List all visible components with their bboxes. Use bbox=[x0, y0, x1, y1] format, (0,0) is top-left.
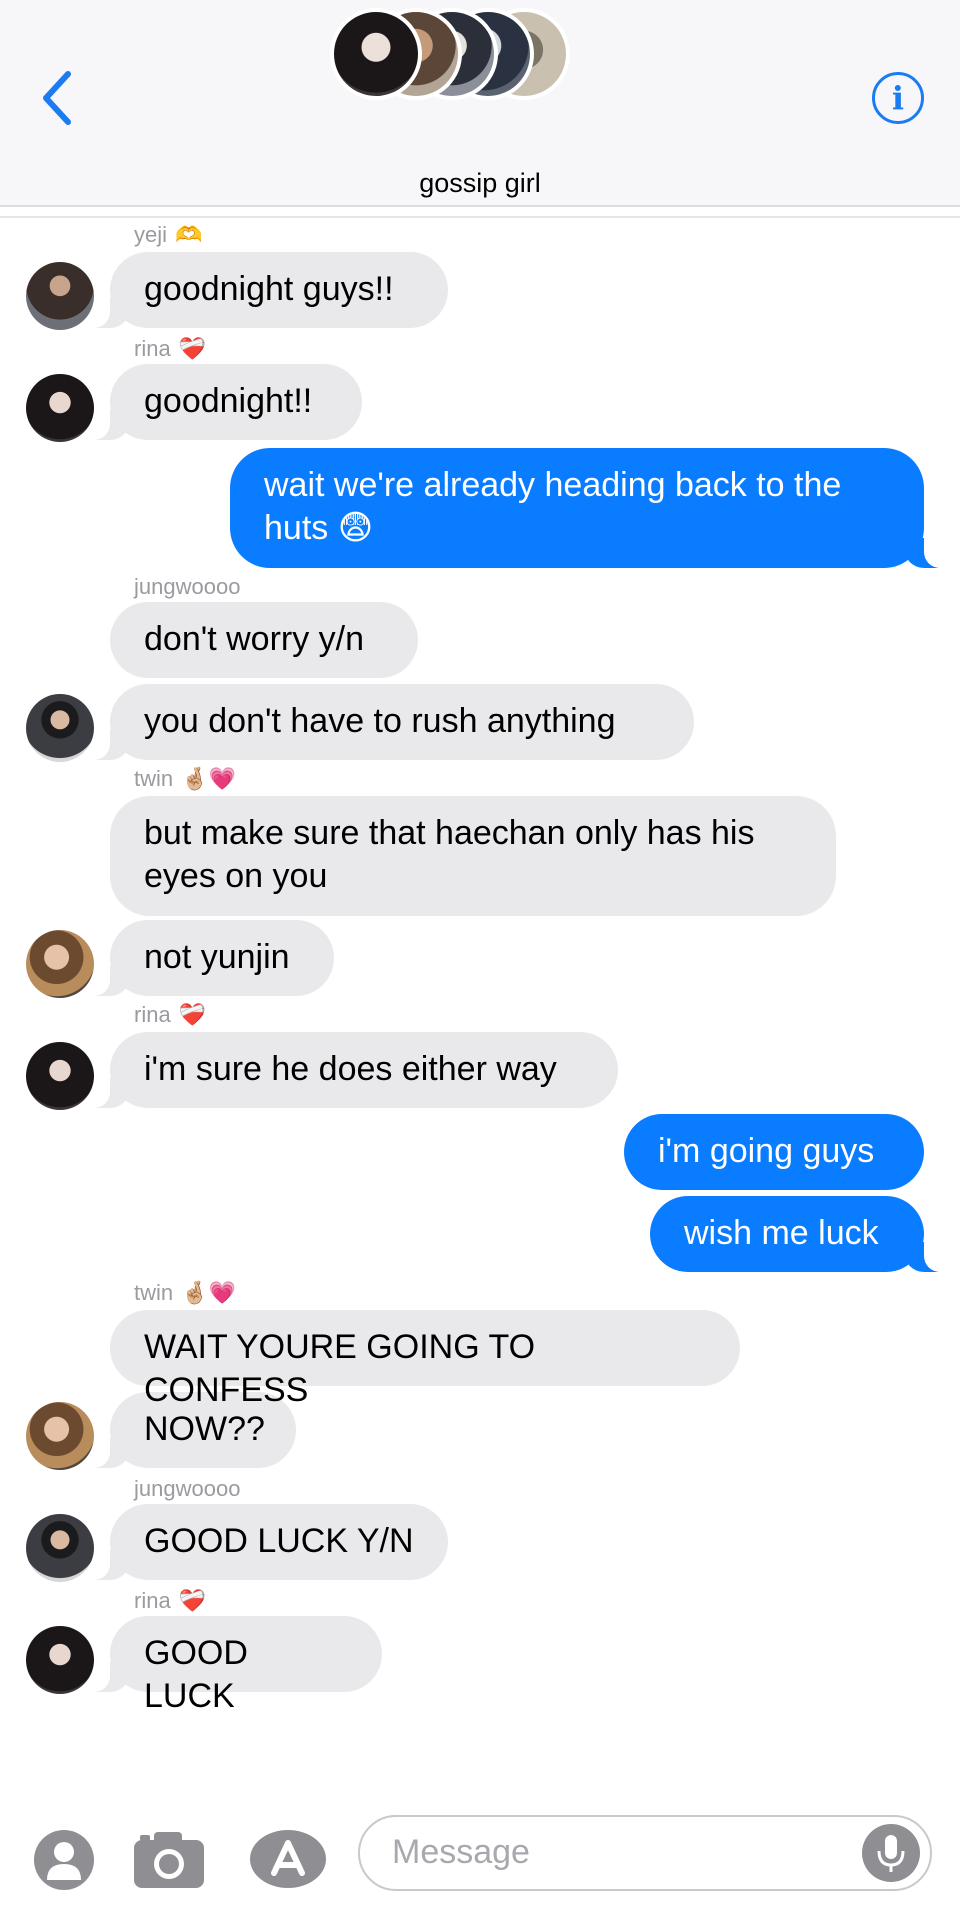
message-text: wish me luck bbox=[684, 1214, 879, 1252]
sender-emoji: ❤️‍🩹 bbox=[178, 1002, 207, 1027]
message-text: goodnight!! bbox=[144, 382, 313, 420]
message-text: you don't have to rush anything bbox=[144, 702, 616, 740]
sender-label: rina ❤️‍🩹 bbox=[134, 334, 206, 364]
avatar[interactable] bbox=[26, 694, 94, 762]
avatar[interactable] bbox=[26, 1042, 94, 1110]
sender-name: rina bbox=[134, 1588, 171, 1613]
message-text: NOW?? bbox=[144, 1410, 265, 1448]
message-text: but make sure that haechan only has his … bbox=[144, 814, 755, 895]
message-input[interactable]: Message bbox=[358, 1815, 932, 1891]
incoming-message[interactable]: don't worry y/n bbox=[110, 602, 418, 678]
outgoing-message[interactable]: wish me luck bbox=[650, 1196, 950, 1272]
app-store-icon[interactable] bbox=[250, 1830, 326, 1888]
outgoing-message[interactable]: i'm going guys bbox=[624, 1114, 924, 1190]
sender-name: jungwoooo bbox=[134, 574, 241, 599]
sender-emoji: 🫶 bbox=[175, 222, 203, 247]
sender-label: rina ❤️‍🩹 bbox=[134, 1000, 206, 1030]
message-text: i'm sure he does either way bbox=[144, 1050, 557, 1088]
microphone-icon[interactable] bbox=[862, 1824, 920, 1882]
avatar[interactable] bbox=[26, 930, 94, 998]
divider bbox=[0, 216, 960, 218]
sender-emoji: ❤️‍🩹 bbox=[178, 1588, 207, 1613]
avatar[interactable] bbox=[26, 1402, 94, 1470]
outgoing-message[interactable]: wait we're already heading back to the h… bbox=[230, 448, 950, 568]
message-text: wait we're already heading back to the h… bbox=[264, 466, 842, 547]
incoming-message[interactable]: but make sure that haechan only has his … bbox=[110, 796, 836, 916]
chevron-left-icon[interactable] bbox=[38, 68, 78, 128]
sender-name: rina bbox=[134, 1002, 171, 1027]
avatar[interactable] bbox=[26, 374, 94, 442]
sender-emoji: 🤞🏼💗 bbox=[181, 1280, 236, 1305]
group-avatar bbox=[330, 8, 422, 100]
conversation-header: i gossip girl bbox=[0, 0, 960, 207]
avatar[interactable] bbox=[26, 1626, 94, 1694]
sender-name: rina bbox=[134, 336, 171, 361]
group-avatars[interactable] bbox=[330, 8, 570, 104]
message-text: GOOD LUCK bbox=[144, 1634, 248, 1715]
sender-label: yeji 🫶 bbox=[134, 220, 202, 250]
message-text: goodnight guys!! bbox=[144, 270, 394, 308]
incoming-message[interactable]: WAIT YOURE GOING TO CONFESS bbox=[110, 1310, 740, 1409]
sender-emoji: 🤞🏼💗 bbox=[181, 766, 236, 791]
camera-icon[interactable] bbox=[132, 1828, 206, 1890]
info-icon: i bbox=[891, 79, 905, 117]
incoming-message[interactable]: not yunjin bbox=[84, 920, 334, 996]
sender-label: twin 🤞🏼💗 bbox=[134, 764, 236, 794]
info-button[interactable]: i bbox=[872, 72, 924, 124]
sender-name: twin bbox=[134, 1280, 174, 1305]
message-text: WAIT YOURE GOING TO CONFESS bbox=[144, 1328, 536, 1409]
incoming-message[interactable]: goodnight!! bbox=[84, 364, 362, 440]
message-text: not yunjin bbox=[144, 938, 290, 976]
sender-name: jungwoooo bbox=[134, 1476, 241, 1501]
sender-name: twin bbox=[134, 766, 174, 791]
message-text: don't worry y/n bbox=[144, 620, 365, 658]
message-text: GOOD LUCK Y/N bbox=[144, 1522, 414, 1560]
avatar[interactable] bbox=[26, 1514, 94, 1582]
incoming-message[interactable]: i'm sure he does either way bbox=[84, 1032, 618, 1108]
sender-label: jungwoooo bbox=[134, 572, 240, 602]
incoming-message[interactable]: GOOD LUCK bbox=[84, 1616, 382, 1715]
sender-label: twin 🤞🏼💗 bbox=[134, 1278, 236, 1308]
incoming-message[interactable]: you don't have to rush anything bbox=[84, 684, 694, 760]
sender-emoji: ❤️‍🩹 bbox=[178, 336, 207, 361]
sender-label: rina ❤️‍🩹 bbox=[134, 1586, 206, 1616]
message-text: i'm going guys bbox=[658, 1132, 875, 1170]
sender-name: yeji bbox=[134, 222, 168, 247]
incoming-message[interactable]: goodnight guys!! bbox=[84, 252, 448, 328]
group-name[interactable]: gossip girl bbox=[0, 168, 960, 199]
sender-label: jungwoooo bbox=[134, 1474, 240, 1504]
contact-icon[interactable] bbox=[34, 1830, 94, 1890]
message-placeholder: Message bbox=[392, 1833, 530, 1871]
avatar[interactable] bbox=[26, 262, 94, 330]
incoming-message[interactable]: GOOD LUCK Y/N bbox=[84, 1504, 448, 1580]
